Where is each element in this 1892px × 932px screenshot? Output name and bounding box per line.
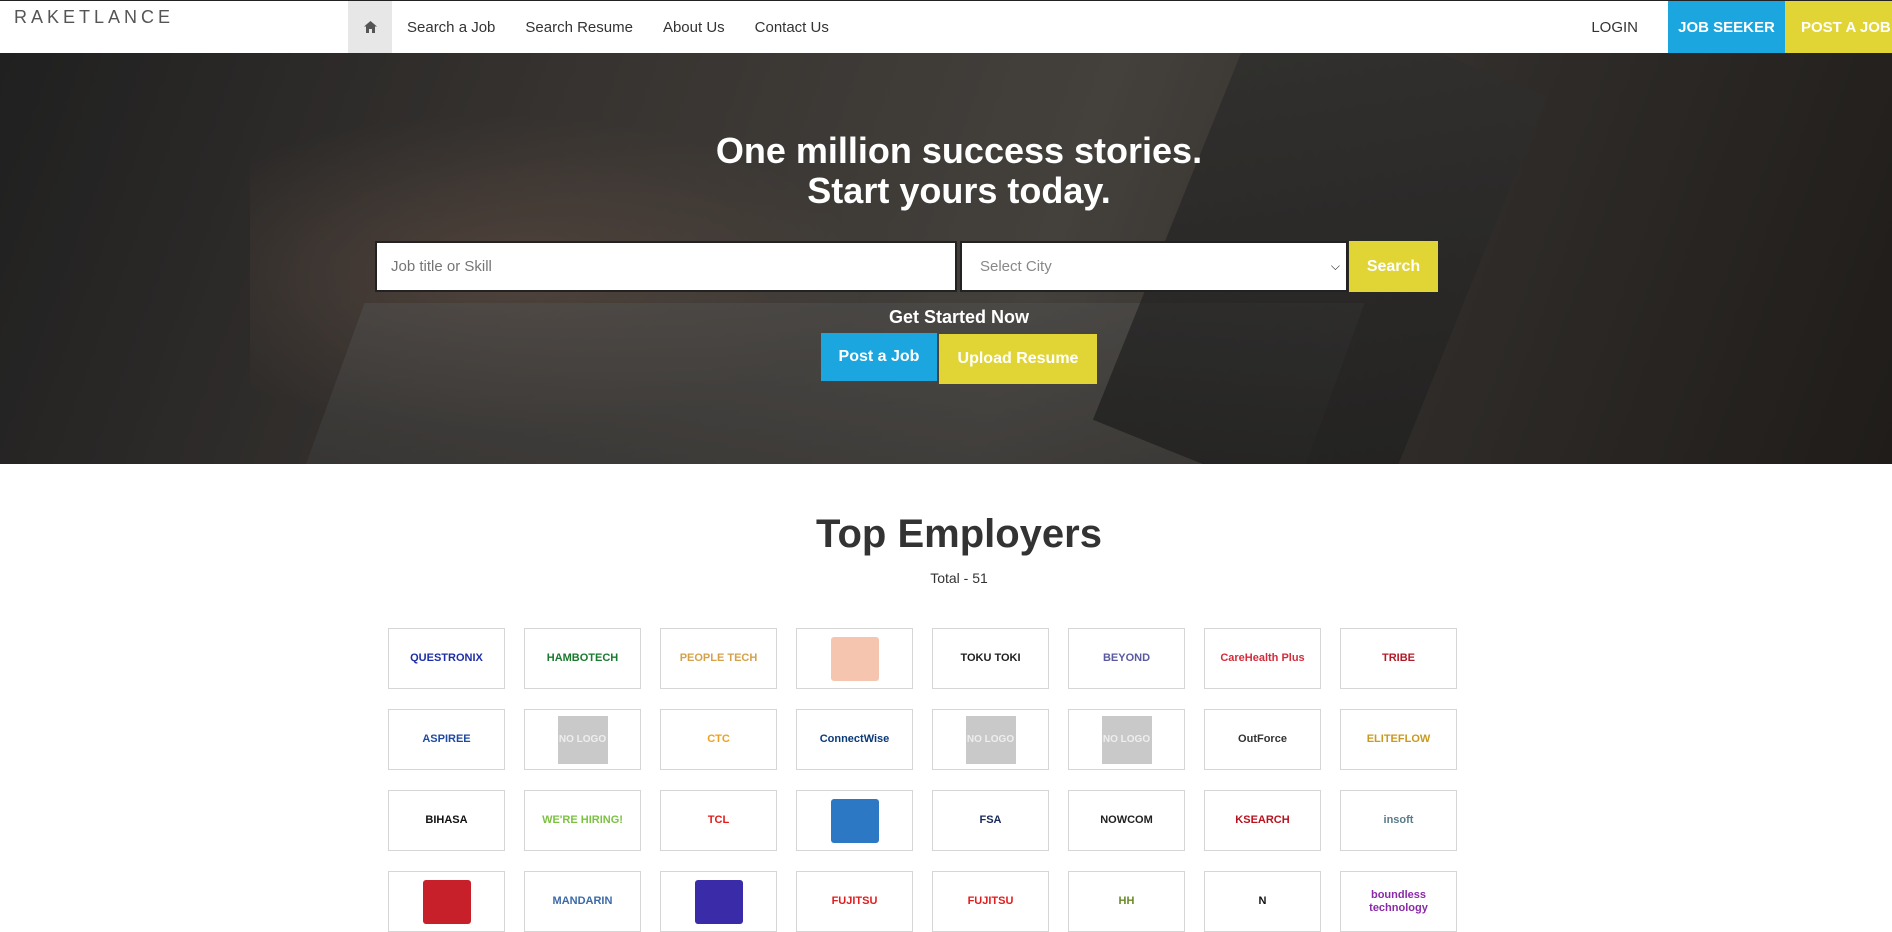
post-a-job-button[interactable]: Post a Job — [821, 333, 937, 381]
employer-logo-card[interactable]: TOKU TOKI — [932, 628, 1049, 689]
employer-logo-text: FUJITSU — [831, 895, 878, 908]
employer-logo-text: TOKU TOKI — [960, 652, 1021, 665]
chevron-down-icon: ⌵ — [1330, 259, 1340, 273]
employer-logo-text: N — [1258, 895, 1267, 908]
employer-logo-text: ASPIREE — [422, 733, 471, 746]
employer-logo-text: KSEARCH — [1235, 814, 1290, 827]
no-logo-placeholder: NO LOGO — [965, 715, 1016, 764]
employer-logo-card[interactable]: BEYOND — [1068, 628, 1185, 689]
no-logo-placeholder: NO LOGO — [1101, 715, 1152, 764]
hero-headline: One million success stories. Start yours… — [0, 131, 1892, 211]
employer-logo-image — [830, 636, 879, 681]
employer-logo-card[interactable]: NO LOGO — [932, 709, 1049, 770]
upload-resume-button[interactable]: Upload Resume — [939, 334, 1097, 384]
login-link[interactable]: LOGIN — [1561, 1, 1668, 53]
employer-logo-text: CTC — [707, 733, 730, 746]
employer-logo-text: WE'RE HIRING! — [542, 814, 623, 827]
employer-logo-text: ELITEFLOW — [1366, 733, 1431, 746]
employer-logo-text: BIHASA — [425, 814, 468, 827]
employer-logo-card[interactable]: CareHealth Plus — [1204, 628, 1321, 689]
employer-logo-image — [694, 879, 743, 924]
job-search-input[interactable] — [375, 241, 957, 292]
employer-logo-text: NOWCOM — [1100, 814, 1153, 827]
employer-logo-card[interactable]: ELITEFLOW — [1340, 709, 1457, 770]
no-logo-placeholder: NO LOGO — [557, 715, 608, 764]
employer-logo-grid: QUESTRONIX HAMBOTECH PEOPLE TECH TOKU TOKI B… — [388, 628, 1458, 932]
employer-logo-card[interactable]: KSEARCH — [1204, 790, 1321, 851]
employers-total: Total - 51 — [930, 570, 988, 586]
employer-logo-text: TCL — [707, 814, 730, 827]
employer-logo-card[interactable]: WE'RE HIRING! — [524, 790, 641, 851]
hero-headline-line1: One million success stories. — [715, 130, 1203, 171]
employer-logo-text: ConnectWise — [819, 733, 890, 746]
employer-logo-card[interactable]: ConnectWise — [796, 709, 913, 770]
employer-logo-card[interactable]: TRIBE — [1340, 628, 1457, 689]
employer-logo-text: boundless technology — [1369, 889, 1428, 914]
hero-headline-line2: Start yours today. — [807, 170, 1111, 211]
employer-logo-card[interactable]: BIHASA — [388, 790, 505, 851]
employer-logo-card[interactable]: ASPIREE — [388, 709, 505, 770]
employer-logo-card[interactable]: QUESTRONIX — [388, 628, 505, 689]
nav-about-us[interactable]: About Us — [648, 1, 740, 53]
employer-logo-card[interactable]: insoft — [1340, 790, 1457, 851]
employer-logo-text: BEYOND — [1102, 652, 1151, 665]
brand-logo[interactable]: RAKETLANCE — [14, 7, 174, 28]
employer-logo-card[interactable]: PEOPLE TECH — [660, 628, 777, 689]
employer-logo-card[interactable]: N — [1204, 871, 1321, 932]
employer-logo-image — [830, 798, 879, 843]
employer-logo-card[interactable]: FUJITSU — [796, 871, 913, 932]
employer-logo-card[interactable] — [660, 871, 777, 932]
employer-logo-card[interactable]: CTC — [660, 709, 777, 770]
top-navbar: RAKETLANCE Search a Job Search Resume Ab… — [0, 0, 1892, 53]
post-a-job-nav-button[interactable]: POST A JOB — [1785, 1, 1892, 53]
employer-logo-card[interactable]: HAMBOTECH — [524, 628, 641, 689]
employer-logo-card[interactable]: TCL — [660, 790, 777, 851]
main-nav: Search a Job Search Resume About Us Cont… — [348, 1, 844, 53]
nav-search-job[interactable]: Search a Job — [392, 1, 510, 53]
employer-logo-text: PEOPLE TECH — [679, 652, 758, 665]
nav-search-resume[interactable]: Search Resume — [510, 1, 648, 53]
job-seeker-button[interactable]: JOB SEEKER — [1668, 1, 1785, 53]
search-button[interactable]: Search — [1349, 241, 1438, 292]
employer-logo-card[interactable] — [796, 790, 913, 851]
nav-contact-us[interactable]: Contact Us — [740, 1, 844, 53]
employer-logo-card[interactable]: boundless technology — [1340, 871, 1457, 932]
employer-logo-text: HAMBOTECH — [546, 652, 619, 665]
home-icon[interactable] — [348, 1, 392, 53]
employer-logo-text: insoft — [1383, 814, 1414, 827]
city-select-value: Select City — [980, 258, 1052, 275]
employer-logo-text: MANDARIN — [552, 895, 613, 908]
employer-logo-card[interactable]: NO LOGO — [524, 709, 641, 770]
employer-logo-text: HH — [1118, 895, 1135, 908]
employer-logo-card[interactable]: MANDARIN — [524, 871, 641, 932]
top-employers-heading: Top Employers — [816, 512, 1102, 556]
employer-logo-text: TRIBE — [1382, 652, 1415, 665]
employer-logo-text: FUJITSU — [967, 895, 1014, 908]
employer-logo-text: FSA — [979, 814, 1002, 827]
employer-logo-text: OutForce — [1238, 733, 1287, 746]
employer-logo-card[interactable]: NO LOGO — [1068, 709, 1185, 770]
employer-logo-card[interactable]: FSA — [932, 790, 1049, 851]
employer-logo-card[interactable]: HH — [1068, 871, 1185, 932]
employer-logo-text: CareHealth Plus — [1220, 652, 1305, 665]
get-started-label: Get Started Now — [888, 307, 1030, 327]
employer-logo-card[interactable]: OutForce — [1204, 709, 1321, 770]
employer-logo-text: QUESTRONIX — [410, 652, 483, 665]
employer-logo-card[interactable]: NOWCOM — [1068, 790, 1185, 851]
city-select[interactable]: Select City ⌵ — [960, 241, 1348, 292]
employer-logo-card[interactable]: FUJITSU — [932, 871, 1049, 932]
hero-banner: One million success stories. Start yours… — [0, 53, 1892, 464]
employer-logo-card[interactable] — [388, 871, 505, 932]
employer-logo-card[interactable] — [796, 628, 913, 689]
nav-actions: LOGIN JOB SEEKER POST A JOB — [1561, 1, 1892, 53]
employer-logo-image — [422, 879, 471, 924]
